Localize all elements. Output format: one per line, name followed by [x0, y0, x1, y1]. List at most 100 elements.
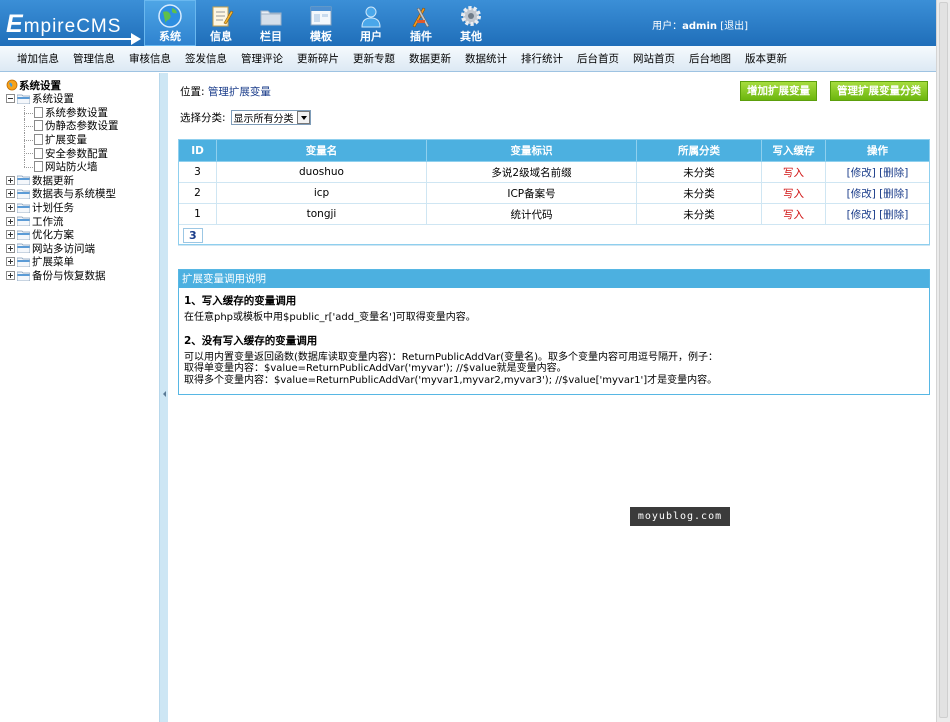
user-icon — [361, 6, 381, 28]
topnav-plugin[interactable]: 插件 — [396, 0, 446, 46]
expand-icon[interactable] — [6, 271, 15, 281]
cell-name: tongji — [216, 203, 427, 225]
menu-update-topics[interactable]: 更新专题 — [346, 46, 402, 71]
tree-folder-scheduled-tasks[interactable]: 计划任务 — [6, 201, 119, 215]
menu-audit-info[interactable]: 审核信息 — [122, 46, 178, 71]
vertical-scrollbar[interactable] — [936, 0, 950, 722]
expand-icon[interactable] — [6, 230, 15, 240]
delete-link[interactable]: [删除] — [879, 209, 908, 221]
expand-icon[interactable] — [6, 175, 15, 185]
write-cache-link[interactable]: 写入 — [761, 161, 826, 183]
logo-underline — [8, 38, 136, 40]
folder-icon — [17, 189, 30, 199]
tree-item-ext-vars[interactable]: 扩展变量 — [6, 132, 119, 147]
filter-label: 选择分类: — [180, 112, 226, 124]
edit-link[interactable]: [修改] — [847, 209, 876, 221]
menu-manage-info[interactable]: 管理信息 — [66, 46, 122, 71]
empirecms-logo[interactable]: EmpireCMS — [6, 8, 141, 45]
col-category: 所属分类 — [636, 139, 762, 162]
write-cache-link[interactable]: 写入 — [761, 182, 826, 204]
topnav-system[interactable]: 系统 — [144, 0, 196, 46]
tree-folder-workflow[interactable]: 工作流 — [6, 214, 119, 228]
topnav-template[interactable]: 模板 — [296, 0, 346, 46]
menu-data-stats[interactable]: 数据统计 — [458, 46, 514, 71]
tree-folder-tables-models[interactable]: 数据表与系统模型 — [6, 187, 119, 201]
tree-item-label: 网站防火墙 — [45, 161, 98, 174]
logout-link[interactable]: [退出] — [720, 21, 748, 32]
tree-item-firewall[interactable]: 网站防火墙 — [6, 159, 119, 174]
delete-link[interactable]: [删除] — [879, 188, 908, 200]
col-var-tag: 变量标识 — [426, 139, 637, 162]
tree-folder-multi-access[interactable]: 网站多访问端 — [6, 242, 119, 256]
folder-open-icon — [17, 94, 30, 104]
table-header-row: ID 变量名 变量标识 所属分类 写入缓存 操作 — [178, 139, 930, 162]
tree-item-rewrite-params[interactable]: 伪静态参数设置 — [6, 119, 119, 133]
expand-icon[interactable] — [6, 189, 15, 199]
topnav-column[interactable]: 栏目 — [246, 0, 296, 46]
sidebar-splitter[interactable] — [159, 73, 168, 722]
topnav-other[interactable]: 其他 — [446, 0, 496, 46]
page-number[interactable]: 3 — [183, 227, 203, 243]
menu-version-update[interactable]: 版本更新 — [738, 46, 794, 71]
page-icon — [34, 147, 43, 159]
col-actions: 操作 — [825, 139, 930, 162]
username: admin — [682, 21, 717, 32]
logo-arrow — [131, 33, 141, 45]
menu-manage-comments[interactable]: 管理评论 — [234, 46, 290, 71]
menu-admin-map[interactable]: 后台地图 — [682, 46, 738, 71]
folder-icon — [17, 243, 30, 254]
category-select[interactable]: 显示所有分类 — [230, 110, 311, 125]
pager-row: 3 — [178, 224, 930, 246]
expand-icon[interactable] — [6, 203, 15, 213]
collapse-arrow-icon[interactable] — [163, 391, 166, 397]
write-cache-link[interactable]: 写入 — [761, 203, 826, 225]
manage-ext-var-class-button[interactable]: 管理扩展变量分类 — [830, 81, 928, 101]
topnav-label: 其他 — [460, 30, 482, 43]
folder-icon — [17, 175, 30, 186]
topnav-label: 模板 — [310, 30, 332, 43]
cell-category: 未分类 — [636, 161, 762, 183]
table-row: 1 tongji 统计代码 未分类 写入 [修改] [删除] — [178, 203, 930, 225]
user-label: 用户： — [652, 21, 683, 32]
cell-actions: [修改] [删除] — [825, 182, 930, 204]
cell-tag: ICP备案号 — [426, 182, 637, 204]
tree-folder-backup[interactable]: 备份与恢复数据 — [6, 269, 119, 283]
menu-data-update[interactable]: 数据更新 — [402, 46, 458, 71]
tree-folder-optimization[interactable]: 优化方案 — [6, 228, 119, 242]
chevron-down-icon[interactable] — [296, 111, 310, 124]
scrollbar-thumb[interactable] — [939, 2, 948, 718]
menu-tree: 系统设置 系统设置 系统参数设置 伪静态参数设置 扩展变量 安全参数配置 网站防… — [6, 78, 119, 282]
top-nav: 系统 信息 栏目 模板 用户 插件 其他 — [144, 0, 496, 46]
topnav-user[interactable]: 用户 — [346, 0, 396, 46]
collapse-icon[interactable] — [6, 94, 15, 104]
menu-add-info[interactable]: 增加信息 — [10, 46, 66, 71]
menu-rank-stats[interactable]: 排行统计 — [514, 46, 570, 71]
tree-root[interactable]: 系统设置 — [6, 78, 119, 92]
breadcrumb-link[interactable]: 管理扩展变量 — [208, 86, 271, 98]
menu-admin-home[interactable]: 后台首页 — [570, 46, 626, 71]
menu-update-fragments[interactable]: 更新碎片 — [290, 46, 346, 71]
tree-item-security-params[interactable]: 安全参数配置 — [6, 146, 119, 160]
add-ext-var-button[interactable]: 增加扩展变量 — [740, 81, 817, 101]
tree-item-system-params[interactable]: 系统参数设置 — [6, 105, 119, 120]
main-content: 位置: 管理扩展变量 增加扩展变量 管理扩展变量分类 选择分类: 显示所有分类 … — [168, 73, 936, 722]
menu-site-home[interactable]: 网站首页 — [626, 46, 682, 71]
menu-sign-info[interactable]: 签发信息 — [178, 46, 234, 71]
cell-tag: 多说2级域名前缀 — [426, 161, 637, 183]
window-icon — [310, 6, 332, 26]
quick-menu: 增加信息 管理信息 审核信息 签发信息 管理评论 更新碎片 更新专题 数据更新 … — [0, 46, 936, 72]
col-var-name: 变量名 — [216, 139, 427, 162]
expand-icon[interactable] — [6, 243, 15, 253]
tree-folder-ext-menu[interactable]: 扩展菜单 — [6, 255, 119, 269]
expand-icon[interactable] — [6, 216, 15, 226]
help-body: 1、写入缓存的变量调用 在任意php或模板中用$public_r['add_变量… — [179, 288, 929, 386]
help-panel: 扩展变量调用说明 1、写入缓存的变量调用 在任意php或模板中用$public_… — [178, 269, 930, 395]
edit-link[interactable]: [修改] — [847, 188, 876, 200]
expand-icon[interactable] — [6, 257, 15, 267]
tree-folder-data-update[interactable]: 数据更新 — [6, 174, 119, 188]
tree-folder-system-settings[interactable]: 系统设置 — [6, 92, 119, 106]
topnav-info[interactable]: 信息 — [196, 0, 246, 46]
cell-category: 未分类 — [636, 182, 762, 204]
edit-link[interactable]: [修改] — [847, 167, 876, 179]
delete-link[interactable]: [删除] — [879, 167, 908, 179]
